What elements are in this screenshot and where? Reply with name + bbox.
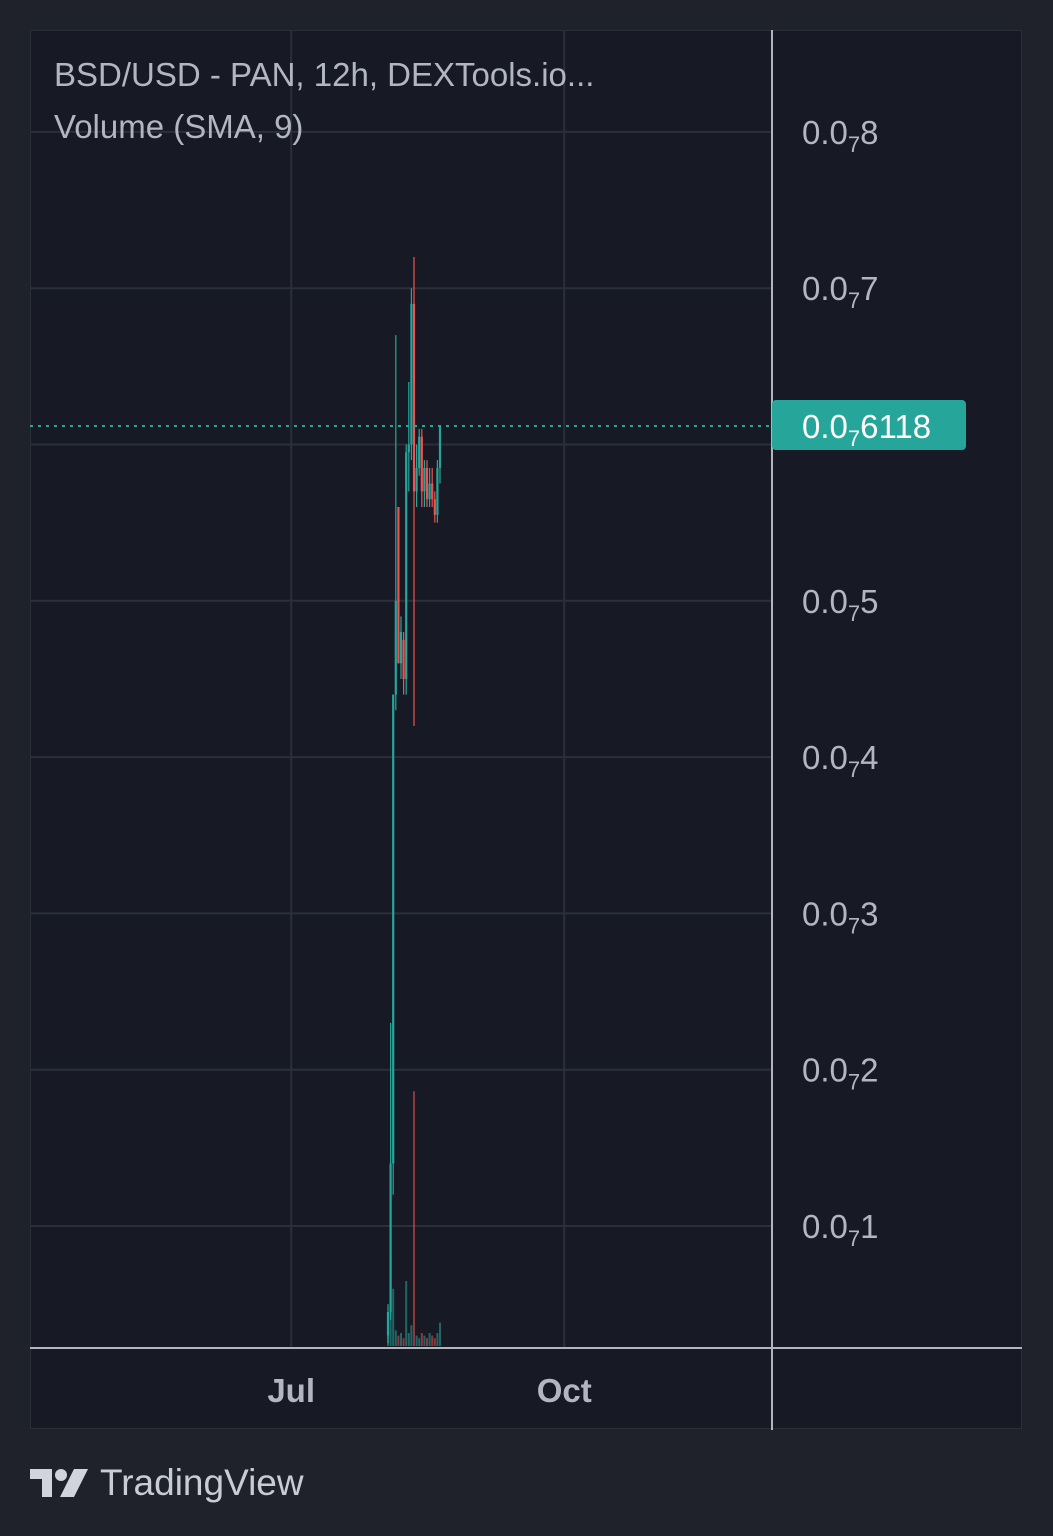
brand-name: TradingView <box>100 1462 304 1503</box>
tradingview-footer[interactable]: TradingView <box>30 1462 304 1504</box>
candle-body <box>428 483 431 500</box>
volume-layer <box>387 1091 441 1346</box>
candle-body <box>436 467 439 515</box>
candle-body <box>425 467 429 500</box>
volume-bar <box>420 1333 423 1346</box>
volume-bar <box>397 1335 400 1346</box>
volume-bar <box>400 1333 402 1346</box>
candle-body <box>431 483 434 500</box>
candle-body <box>386 1311 390 1336</box>
candle-body <box>392 694 395 1164</box>
volume-bar <box>428 1333 431 1346</box>
volume-bar <box>436 1333 439 1346</box>
candle-body <box>418 436 421 468</box>
label-layer: 0.078 0.077 0.075 0.074 0.073 0.072 0.071 Jul Oc… <box>30 114 966 1409</box>
candle-body <box>423 467 426 492</box>
candle-body <box>389 1163 392 1312</box>
y-tick-label: 0.077 <box>802 270 878 313</box>
candle-body <box>412 303 416 492</box>
grid-layer <box>30 30 772 1348</box>
tradingview-logo-icon <box>30 1469 88 1497</box>
volume-bar <box>392 1288 395 1346</box>
volume-bar <box>402 1338 405 1346</box>
volume-bar <box>405 1281 408 1346</box>
y-tick-label: 0.078 <box>802 114 878 157</box>
volume-bar <box>439 1322 441 1346</box>
candle-body <box>433 499 436 515</box>
x-tick-label: Oct <box>537 1372 592 1409</box>
candle-body <box>420 436 423 492</box>
last-price-label: 0.076118 <box>802 408 931 451</box>
candle-body <box>410 303 413 445</box>
volume-bar <box>433 1338 436 1346</box>
volume-bar <box>410 1325 413 1346</box>
candlestick-chart[interactable]: 0.078 0.077 0.075 0.074 0.073 0.072 0.071 Jul Oc… <box>0 0 1053 1536</box>
candle-body <box>394 600 397 695</box>
volume-bar <box>418 1338 421 1346</box>
y-tick-label: 0.072 <box>802 1052 878 1095</box>
candle-body <box>407 444 410 453</box>
y-tick-label: 0.074 <box>802 739 878 782</box>
volume-legend: Volume (SMA, 9) <box>54 108 304 145</box>
volume-bar <box>394 1330 397 1346</box>
candle-body <box>397 507 400 664</box>
volume-bar <box>413 1091 415 1346</box>
candle-body <box>405 452 408 679</box>
x-tick-label: Jul <box>267 1372 315 1409</box>
volume-bar <box>407 1333 410 1346</box>
volume-bar <box>431 1335 434 1346</box>
candle-body <box>399 632 403 664</box>
y-tick-label: 0.073 <box>802 895 878 938</box>
volume-bar <box>426 1338 428 1346</box>
candle-body <box>402 639 405 679</box>
volume-bar <box>423 1335 426 1346</box>
chart-title: BSD/USD - PAN, 12h, DEXTools.io... <box>54 56 595 93</box>
y-tick-label: 0.075 <box>802 583 878 626</box>
volume-bar <box>415 1335 418 1346</box>
y-tick-label: 0.071 <box>802 1208 878 1251</box>
candle-body <box>415 467 418 492</box>
candle-body <box>438 426 442 468</box>
